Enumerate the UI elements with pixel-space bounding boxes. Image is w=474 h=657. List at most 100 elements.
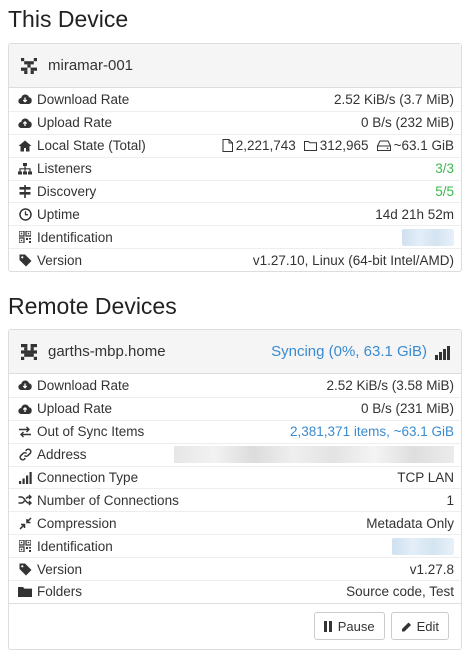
address-label: Address — [37, 447, 87, 463]
remote-device-panel: garths-mbp.home Syncing (0%, 63.1 GiB) D… — [8, 329, 462, 650]
remote-version-value: v1.27.8 — [409, 561, 454, 577]
folder-icon — [18, 585, 32, 599]
remote-device-footer: Pause Edit — [9, 602, 461, 649]
pause-icon — [323, 620, 332, 632]
pause-button[interactable]: Pause — [313, 612, 385, 641]
compression-row: Compression Metadata Only — [9, 511, 461, 534]
remote-upload-rate-value: 0 B/s (231 MiB) — [360, 401, 454, 417]
redacted-device-id — [402, 228, 454, 246]
remote-device-header[interactable]: garths-mbp.home Syncing (0%, 63.1 GiB) — [9, 330, 461, 374]
num-connections-label: Number of Connections — [37, 492, 179, 508]
local-state-row: Local State (Total) 2,221,743 312,965 ~6… — [9, 133, 461, 157]
discovery-row: Discovery 5/5 — [9, 179, 461, 203]
remote-download-rate-label: Download Rate — [37, 377, 130, 393]
folders-label: Folders — [37, 584, 83, 600]
this-device-header[interactable]: miramar-001 — [9, 44, 461, 88]
signpost-icon — [18, 185, 32, 199]
remote-identification-row: Identification — [9, 534, 461, 557]
version-row: Version v1.27.10, Linux (64-bit Intel/AM… — [9, 248, 461, 271]
files-count: 2,221,743 — [235, 138, 296, 154]
remote-identification-label: Identification — [37, 538, 113, 554]
num-connections-row: Number of Connections 1 — [9, 488, 461, 511]
remote-upload-rate-row: Upload Rate 0 B/s (231 MiB) — [9, 396, 461, 420]
folder-icon — [303, 141, 317, 152]
discovery-value: 5/5 — [435, 184, 454, 199]
signal-icon — [18, 471, 32, 485]
redacted-address — [174, 446, 454, 464]
uptime-value: 14d 21h 52m — [375, 206, 454, 222]
remote-download-rate-value: 2.52 KiB/s (3.58 MiB) — [326, 377, 454, 393]
tag-icon — [18, 562, 32, 576]
file-icon — [222, 139, 233, 153]
dirs-stat: 312,965 — [303, 138, 369, 154]
this-device-panel: miramar-001 Download Rate 2.52 KiB/s (3.… — [8, 43, 462, 273]
listeners-value: 3/3 — [435, 161, 454, 177]
identification-row: Identification — [9, 225, 461, 248]
download-rate-value: 2.52 KiB/s (3.7 MiB) — [333, 91, 454, 107]
edit-button-label: Edit — [416, 618, 439, 634]
cloud-upload-icon — [18, 116, 32, 130]
tag-icon — [18, 253, 32, 267]
local-state-value: 2,221,743 312,965 ~63.1 GiB — [222, 138, 454, 153]
version-label: Version — [37, 252, 83, 268]
out-of-sync-label: Out of Sync Items — [37, 424, 145, 440]
compress-icon — [18, 516, 32, 530]
hdd-icon — [376, 140, 391, 152]
sitemap-icon — [18, 162, 32, 176]
num-connections-value: 1 — [446, 492, 454, 508]
identicon-icon — [19, 342, 39, 362]
cloud-download-icon — [18, 92, 32, 106]
remote-version-row: Version v1.27.8 — [9, 557, 461, 580]
exchange-icon — [18, 425, 32, 439]
discovery-label: Discovery — [37, 184, 97, 199]
identicon-icon — [19, 56, 39, 76]
connection-type-label: Connection Type — [37, 470, 139, 485]
size-stat: ~63.1 GiB — [376, 138, 454, 154]
upload-rate-row: Upload Rate 0 B/s (232 MiB) — [9, 110, 461, 134]
upload-rate-label: Upload Rate — [37, 115, 113, 131]
out-of-sync-row: Out of Sync Items 2,381,371 items, ~63.1… — [9, 419, 461, 443]
link-icon — [18, 448, 32, 462]
this-device-title: This Device — [8, 6, 129, 32]
download-rate-label: Download Rate — [37, 91, 130, 107]
edit-button[interactable]: Edit — [390, 612, 449, 641]
cloud-upload-icon — [18, 402, 32, 416]
files-stat: 2,221,743 — [222, 138, 296, 153]
pause-button-label: Pause — [337, 618, 375, 634]
remote-version-label: Version — [37, 561, 83, 577]
clock-icon — [18, 207, 32, 221]
dirs-count: 312,965 — [319, 138, 369, 154]
upload-rate-value: 0 B/s (232 MiB) — [360, 115, 454, 131]
cloud-download-icon — [18, 378, 32, 392]
local-state-label: Local State (Total) — [37, 138, 146, 154]
address-value — [174, 446, 454, 464]
compression-value: Metadata Only — [366, 515, 454, 531]
remote-devices-title: Remote Devices — [8, 293, 177, 319]
folders-row: Folders Source code, Test — [9, 580, 461, 603]
identification-value — [402, 228, 454, 246]
size-total: ~63.1 GiB — [393, 138, 454, 154]
redacted-remote-id — [392, 537, 454, 555]
compression-label: Compression — [37, 515, 117, 531]
remote-device-name: garths-mbp.home — [48, 343, 166, 360]
uptime-row: Uptime 14d 21h 52m — [9, 202, 461, 225]
uptime-label: Uptime — [37, 206, 80, 222]
signal-strength-icon — [435, 344, 451, 360]
connection-type-value: TCP LAN — [397, 470, 454, 485]
address-row: Address — [9, 442, 461, 466]
pencil-icon — [401, 622, 411, 632]
download-rate-row: Download Rate 2.52 KiB/s (3.7 MiB) — [9, 88, 461, 111]
out-of-sync-value[interactable]: 2,381,371 items, ~63.1 GiB — [290, 424, 454, 439]
connection-type-row: Connection Type TCP LAN — [9, 465, 461, 489]
folders-value: Source code, Test — [346, 584, 454, 600]
remote-download-rate-row: Download Rate 2.52 KiB/s (3.58 MiB) — [9, 374, 461, 397]
version-value: v1.27.10, Linux (64-bit Intel/AMD) — [252, 252, 454, 268]
remote-identification-value — [392, 537, 454, 555]
listeners-row: Listeners 3/3 — [9, 156, 461, 180]
sync-status: Syncing (0%, 63.1 GiB) — [271, 343, 427, 360]
identification-label: Identification — [37, 229, 113, 245]
listeners-label: Listeners — [37, 161, 92, 177]
qrcode-icon — [18, 230, 32, 244]
remote-upload-rate-label: Upload Rate — [37, 401, 113, 417]
qrcode-icon — [18, 539, 32, 553]
